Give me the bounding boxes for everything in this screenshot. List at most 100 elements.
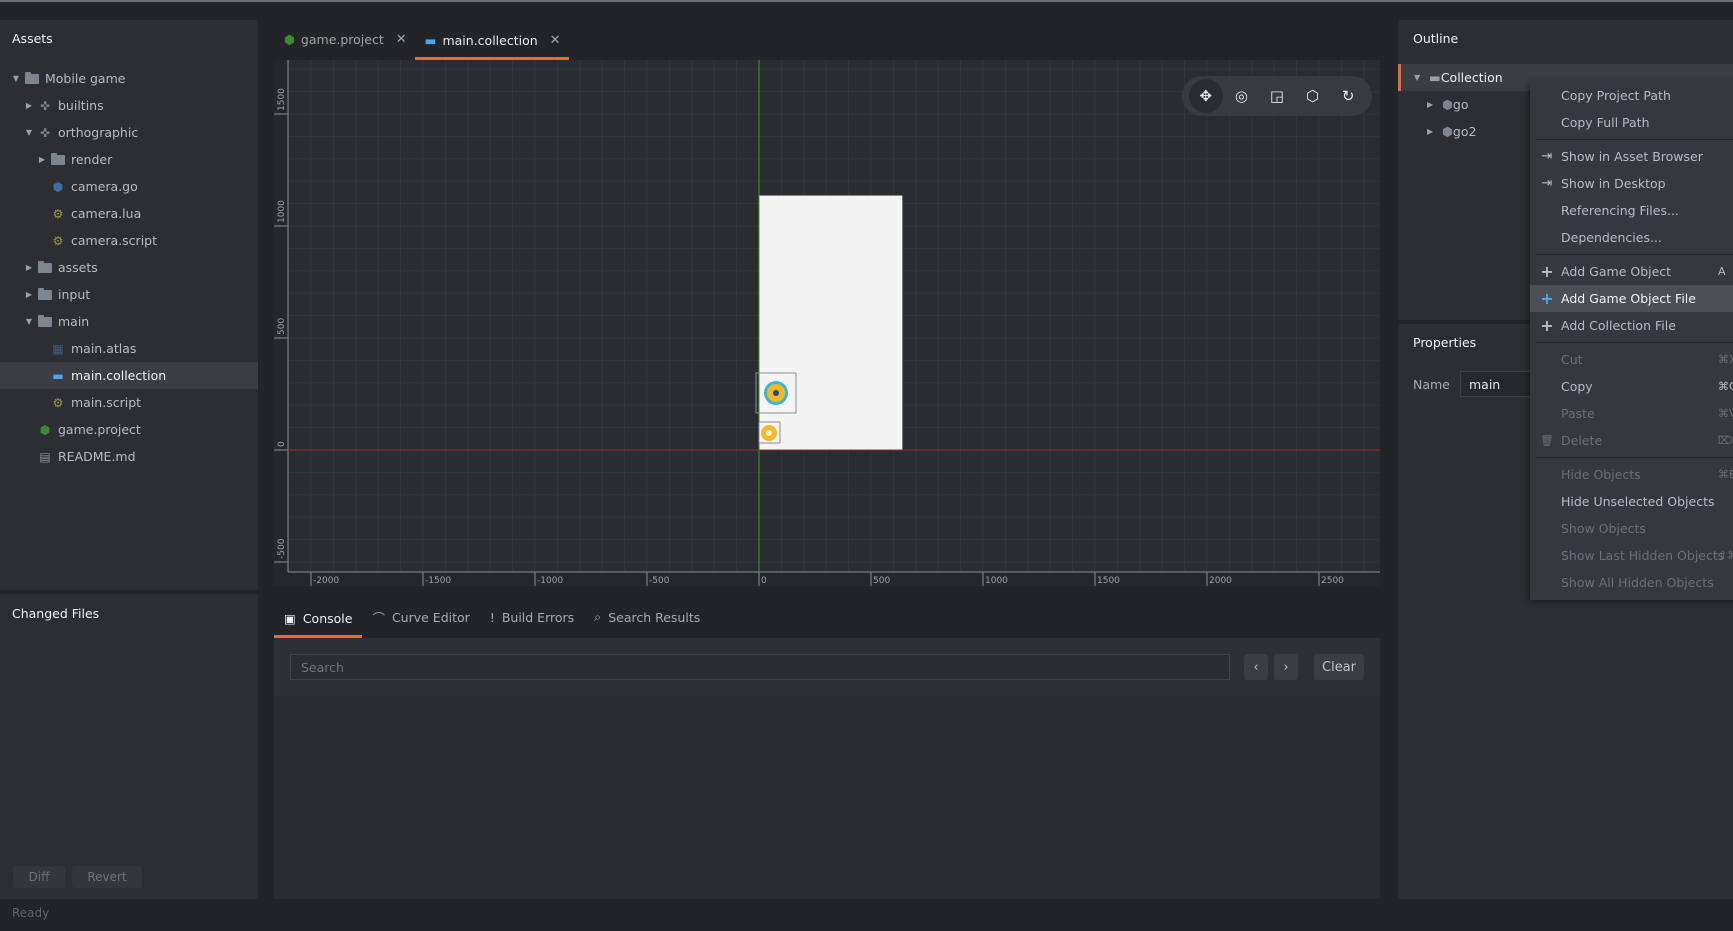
editor-tab[interactable]: ⬢ game.project ✕ xyxy=(274,20,415,58)
menu-item-dependencies[interactable]: Dependencies... xyxy=(1530,224,1733,251)
menu-item-copy-full-path[interactable]: Copy Full Path xyxy=(1530,109,1733,136)
chevron-down-icon[interactable]: ▼ xyxy=(24,317,34,326)
changed-files-title: Changed Files xyxy=(12,606,100,621)
menu-item-delete[interactable]: 🗑 Delete ⌦ xyxy=(1530,427,1733,454)
tab-label: Build Errors xyxy=(501,609,575,625)
asset-tree-item[interactable]: ⬢ camera.go xyxy=(0,173,258,200)
menu-item-show-in-desktop[interactable]: ⇥ Show in Desktop xyxy=(1530,170,1733,197)
asset-tree-item-label: main.collection xyxy=(71,368,167,383)
chevron-right-icon[interactable]: ▶ xyxy=(24,263,34,272)
revert-button[interactable]: Revert xyxy=(72,866,142,888)
x-tick-label: -1000 xyxy=(537,576,563,586)
asset-tree-item[interactable]: ⚙ camera.lua xyxy=(0,200,258,227)
menu-item-copy-project-path[interactable]: Copy Project Path xyxy=(1530,82,1733,109)
clear-button[interactable]: Clear xyxy=(1314,654,1364,680)
editor-tabs: ⬢ game.project ✕ ▬ main.collection ✕ xyxy=(274,20,569,60)
curve-icon: ⌒ xyxy=(372,610,385,626)
menu-item-hide-unselected-objects[interactable]: Hide Unselected Objects xyxy=(1530,488,1733,515)
game-object-icon: ⬢ xyxy=(52,179,64,194)
go-sprite-center xyxy=(773,390,779,396)
menu-item-label: Hide Unselected Objects xyxy=(1561,494,1715,509)
menu-item-show-last-hidden-objects[interactable]: Show Last Hidden Objects⇧⌘E xyxy=(1530,542,1733,569)
asset-tree-item[interactable]: ▼ Mobile game xyxy=(0,65,258,92)
context-menu: Copy Project Path Copy Full Path ⇥ Show in … xyxy=(1530,80,1733,600)
chevron-right-icon[interactable]: ▶ xyxy=(24,290,34,299)
tab-build-errors[interactable]: ! Build Errors xyxy=(480,598,584,636)
asset-tree-item-label: render xyxy=(71,152,113,167)
menu-item-add-game-object[interactable]: + Add Game Object A xyxy=(1530,258,1733,285)
menu-item-label: Add Game Object File xyxy=(1561,291,1696,306)
outline-item-label: go xyxy=(1452,97,1469,112)
plus-icon: + xyxy=(1540,289,1554,308)
close-icon[interactable]: ✕ xyxy=(550,33,561,48)
scale-tool-icon[interactable]: ◲ xyxy=(1260,79,1294,113)
menu-item-show-objects[interactable]: Show Objects xyxy=(1530,515,1733,542)
asset-tree-item[interactable]: ⬢ game.project xyxy=(0,416,258,443)
menu-item-referencing-files[interactable]: Referencing Files... xyxy=(1530,197,1733,224)
panel-divider[interactable] xyxy=(0,590,258,594)
y-tick-label: 500 xyxy=(277,318,287,335)
asset-tree-item[interactable]: ▬ main.collection xyxy=(0,362,258,389)
editor-tab[interactable]: ▬ main.collection ✕ xyxy=(414,20,569,60)
perspective-tool-icon[interactable]: ⬡ xyxy=(1296,79,1330,113)
menu-separator xyxy=(1536,254,1733,255)
menu-item-hide-objects[interactable]: Hide Objects ⌘E xyxy=(1530,461,1733,488)
chevron-right-icon[interactable]: ▶ xyxy=(37,155,47,164)
asset-tree-item[interactable]: ⚙ main.script xyxy=(0,389,258,416)
tab-search-results[interactable]: ⌕ Search Results xyxy=(584,598,710,636)
reset-camera-tool-icon[interactable]: ↻ xyxy=(1331,79,1365,113)
asset-tree-item-label: camera.go xyxy=(71,179,138,194)
menu-item-label: Show in Asset Browser xyxy=(1561,149,1703,164)
bottom-tabs: ▣ Console ⌒ Curve Editor! Build Errors ⌕ Searc… xyxy=(274,598,710,638)
asset-tree-item[interactable]: ▤ README.md xyxy=(0,443,258,470)
trash-icon: 🗑 xyxy=(1540,434,1554,447)
x-tick-label: -500 xyxy=(649,576,670,586)
asset-tree-item[interactable]: ▶ render xyxy=(0,146,258,173)
menu-item-paste[interactable]: Paste ⌘V xyxy=(1530,400,1733,427)
editor-area: ⬢ game.project ✕ ▬ main.collection ✕ -2000 -15… xyxy=(258,20,1398,899)
previous-match-button[interactable]: ‹ xyxy=(1244,654,1268,680)
asset-tree-item[interactable]: ▶ ✜ builtins xyxy=(0,92,258,119)
chevron-right-icon[interactable]: ▶ xyxy=(1427,127,1437,136)
close-icon[interactable]: ✕ xyxy=(396,32,407,47)
chevron-right-icon[interactable]: ▶ xyxy=(24,101,34,110)
x-tick-label: 2500 xyxy=(1321,576,1344,586)
asset-tree-item[interactable]: ▶ assets xyxy=(0,254,258,281)
menu-item-show-in-asset-browser[interactable]: ⇥ Show in Asset Browser xyxy=(1530,143,1733,170)
menu-item-copy[interactable]: Copy ⌘C xyxy=(1530,373,1733,400)
console-search-input[interactable] xyxy=(290,654,1230,680)
outline-title: Outline xyxy=(1413,31,1459,46)
menu-item-label: Hide Objects xyxy=(1561,467,1641,482)
menu-item-show-all-hidden-objects[interactable]: Show All Hidden Objects xyxy=(1530,569,1733,596)
asset-tree-item-label: assets xyxy=(58,260,98,275)
tab-curve-editor[interactable]: ⌒ Curve Editor xyxy=(362,598,479,636)
asset-tree-item[interactable]: ▶ input xyxy=(0,281,258,308)
move-tool-icon[interactable]: ✥ xyxy=(1188,79,1223,113)
rotate-tool-icon[interactable]: ◎ xyxy=(1224,79,1258,113)
next-match-button[interactable]: › xyxy=(1274,654,1298,680)
plus-icon: + xyxy=(1540,262,1554,281)
asset-tree-item[interactable]: ▼ main xyxy=(0,308,258,335)
chevron-down-icon[interactable]: ▼ xyxy=(1414,73,1424,82)
scene-canvas[interactable]: -2000 -1500 -1000 -500 0 500 1000 1500 2000 2500 1… xyxy=(274,60,1380,586)
go2-sprite-center xyxy=(766,430,772,436)
asset-tree-item[interactable]: ▼ ✜ orthographic xyxy=(0,119,258,146)
diff-button[interactable]: Diff xyxy=(13,866,65,888)
tab-console[interactable]: ▣ Console xyxy=(274,598,363,638)
chevron-down-icon[interactable]: ▼ xyxy=(24,128,34,137)
chevron-right-icon[interactable]: ▶ xyxy=(1427,100,1437,109)
reveal-icon: ⇥ xyxy=(1541,149,1553,164)
tab-label: Console xyxy=(302,610,353,626)
menu-item-add-collection-file[interactable]: + Add Collection File xyxy=(1530,312,1733,339)
x-tick-label: 1500 xyxy=(1097,576,1120,586)
document-icon: ▤ xyxy=(39,449,51,464)
chevron-down-icon[interactable]: ▼ xyxy=(11,74,21,83)
scene-viewport[interactable]: -2000 -1500 -1000 -500 0 500 1000 1500 2000 2500 1… xyxy=(274,60,1380,586)
outline-item-label: Collection xyxy=(1440,70,1503,85)
menu-item-cut[interactable]: Cut ⌘X xyxy=(1530,346,1733,373)
console-panel: ‹ › Clear xyxy=(274,638,1380,899)
asset-tree-item[interactable]: ▦ main.atlas xyxy=(0,335,258,362)
tab-label: main.collection xyxy=(442,32,538,48)
asset-tree-item[interactable]: ⚙ camera.script xyxy=(0,227,258,254)
menu-item-add-game-object-file[interactable]: + Add Game Object File xyxy=(1530,285,1733,312)
